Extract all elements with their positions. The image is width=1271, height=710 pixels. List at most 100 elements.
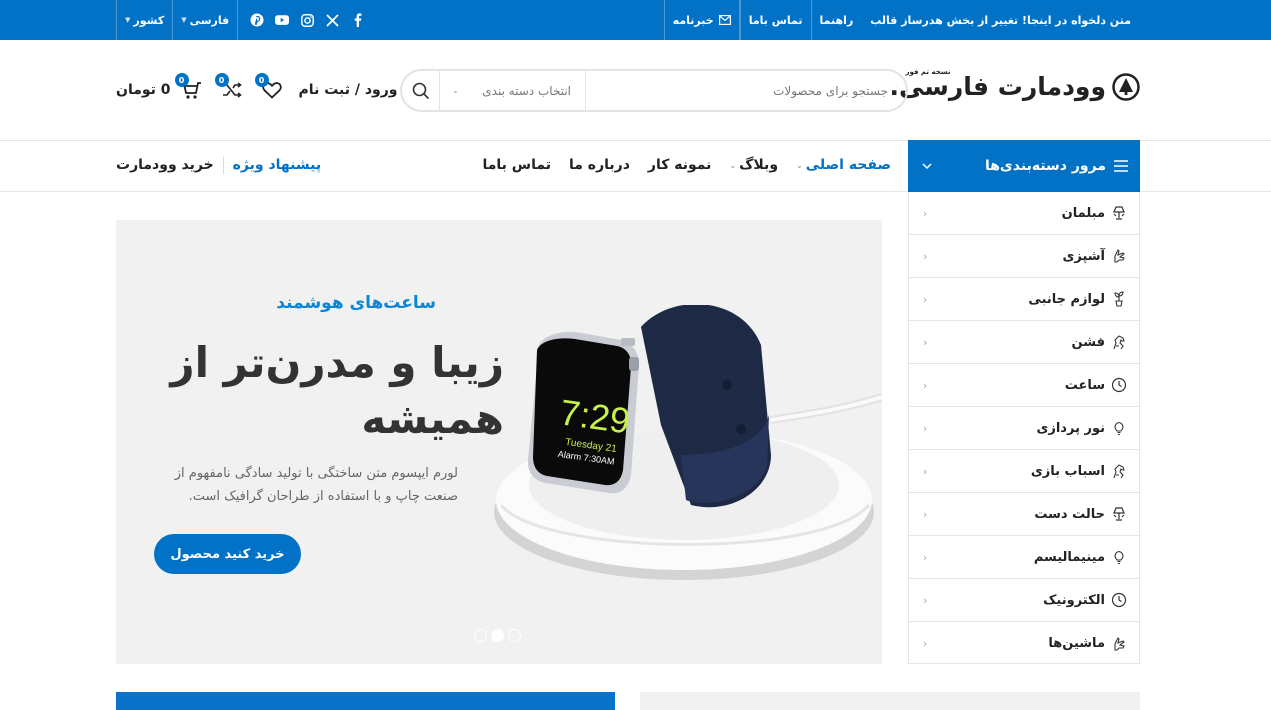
nav-secondary-links: پیشنهاد ویژه خرید وودمارت	[116, 140, 321, 190]
chevron-left-icon: ‹	[923, 464, 928, 478]
category-item[interactable]: ساعت ‹	[909, 364, 1139, 407]
search-button[interactable]	[402, 71, 440, 110]
chevron-down-icon: ▼	[181, 16, 187, 24]
help-link[interactable]: راهنما	[810, 0, 862, 40]
chevron-left-icon: ‹	[923, 249, 928, 263]
chevron-down-icon: ⌄	[452, 86, 459, 95]
menu-icon	[1114, 160, 1128, 172]
top-bar-left: ▼ کشور ▼ فارسی	[116, 0, 376, 40]
chevron-left-icon: ‹	[923, 550, 928, 564]
slider-dot[interactable]	[508, 629, 521, 642]
chevron-left-icon: ‹	[923, 507, 928, 521]
category-item[interactable]: آشپزی ‹	[909, 235, 1139, 278]
contact-link[interactable]: تماس باما	[739, 0, 811, 40]
top-bar: خبرنامه تماس باما راهنما متن دلخواه در ا…	[0, 0, 1271, 40]
wishlist-button[interactable]: 0	[254, 73, 283, 101]
site-logo[interactable]: وودمارت فارسی. نسخه تم فور	[889, 68, 1140, 101]
category-item[interactable]: لوازم جانبی ‹	[909, 278, 1139, 321]
horse-icon	[1113, 464, 1125, 479]
top-bar-links: خبرنامه تماس باما راهنما متن دلخواه در ا…	[663, 0, 1140, 40]
bulb-icon	[1114, 550, 1124, 565]
browse-categories-button[interactable]: مرور دسته‌بندی‌ها	[908, 140, 1140, 192]
category-item[interactable]: نور پردازی ‹	[909, 407, 1139, 450]
category-item[interactable]: مینیمالیسم ‹	[909, 536, 1139, 579]
promo-banner-right[interactable]	[640, 692, 1140, 710]
category-label: فشن	[1071, 334, 1105, 350]
category-item[interactable]: الکترونیک ‹	[909, 579, 1139, 622]
clock-icon	[1111, 592, 1127, 608]
category-item[interactable]: اسباب بازی ‹	[909, 450, 1139, 493]
category-item[interactable]: ماشین‌ها ‹	[909, 622, 1139, 665]
special-offer-link[interactable]: پیشنهاد ویژه	[233, 157, 321, 173]
buy-product-button[interactable]: خرید کنید محصول	[154, 534, 301, 574]
smartwatch-image: 7:29 Tuesday 21 Alarm 7:30AM	[494, 305, 882, 580]
language-select[interactable]: ▼ فارسی	[173, 0, 239, 40]
horse-icon	[1113, 335, 1125, 350]
chevron-down-icon: ⌄	[796, 160, 803, 170]
compare-count-badge: 0	[214, 73, 229, 87]
category-label: اسباب بازی	[1030, 463, 1105, 479]
cart-button[interactable]: 0	[174, 73, 203, 101]
x-icon[interactable]	[325, 13, 339, 27]
search-icon	[412, 82, 429, 99]
browse-categories-label: مرور دسته‌بندی‌ها	[984, 158, 1106, 174]
compare-button[interactable]: 0	[214, 73, 243, 101]
hand-icon	[1114, 636, 1125, 651]
chevron-left-icon: ‹	[923, 335, 928, 349]
category-label: الکترونیک	[1043, 592, 1105, 608]
nav-item-blog[interactable]: وبلاگ ⌄	[711, 157, 778, 173]
wishlist-count-badge: 0	[254, 73, 269, 87]
category-menu: مبلمان ‹ آشپزی ‹ لوازم جانبی ‹ فشن ‹ ساعت ‹ نور پر…	[908, 192, 1140, 664]
slider-dot[interactable]	[474, 629, 487, 642]
slider-dot[interactable]	[491, 629, 504, 642]
logo-text: وودمارت فارسی. نسخه تم فور	[889, 68, 1106, 101]
category-label: نور پردازی	[1036, 420, 1105, 436]
cart-total[interactable]: 0 تومان	[116, 82, 171, 98]
promo-banner-left[interactable]	[116, 692, 615, 710]
chevron-down-icon: ⌄	[729, 160, 737, 170]
chevron-left-icon: ‹	[923, 421, 928, 435]
logo-subtitle: نسخه تم فور	[905, 68, 951, 76]
newsletter-link[interactable]: خبرنامه	[663, 0, 740, 40]
nav-divider	[222, 156, 224, 174]
social-links	[238, 13, 376, 27]
category-select[interactable]: انتخاب دسته بندی ⌄	[440, 71, 586, 110]
category-item[interactable]: حالت دست ‹	[909, 493, 1139, 536]
category-item[interactable]: فشن ‹	[909, 321, 1139, 364]
buy-woodmart-link[interactable]: خرید وودمارت	[116, 157, 214, 173]
nav-item-about[interactable]: درباره ما	[551, 157, 630, 173]
category-label: آشپزی	[1062, 248, 1105, 264]
pinterest-icon[interactable]	[250, 13, 264, 27]
category-label: مبلمان	[1061, 205, 1105, 221]
country-select[interactable]: ▼ کشور	[116, 0, 174, 40]
main-header: وودمارت فارسی. نسخه تم فور جستجو برای محص…	[0, 40, 1271, 141]
lamp-icon	[1113, 206, 1125, 220]
chevron-down-icon	[922, 163, 932, 169]
nav-item-portfolio[interactable]: نمونه کار	[630, 157, 712, 173]
category-label: لوازم جانبی	[1028, 291, 1105, 307]
chevron-left-icon: ‹	[923, 637, 928, 650]
search-input[interactable]: جستجو برای محصولات	[586, 71, 906, 110]
chevron-left-icon: ‹	[923, 378, 928, 392]
login-register-link[interactable]: ورود / ثبت نام	[299, 82, 398, 98]
nav-item-home[interactable]: صفحه اصلی ⌄	[778, 157, 891, 173]
search-form: جستجو برای محصولات انتخاب دسته بندی ⌄	[400, 69, 908, 112]
facebook-icon[interactable]	[350, 13, 364, 27]
mail-icon	[718, 15, 731, 25]
instagram-icon[interactable]	[300, 13, 314, 27]
bulb-icon	[1114, 421, 1124, 436]
plant-icon	[1114, 291, 1124, 307]
hero-slider: 7:29 Tuesday 21 Alarm 7:30AM ساعت‌های هو…	[116, 220, 882, 664]
chevron-down-icon: ▼	[125, 16, 131, 24]
hand-icon	[1114, 249, 1125, 263]
promo-text: متن دلخواه در اینجا! تغییر از بخش هدرساز…	[870, 13, 1131, 27]
category-label: حالت دست	[1034, 506, 1105, 522]
youtube-icon[interactable]	[275, 13, 290, 27]
nav-item-contact[interactable]: تماس باما	[464, 157, 551, 173]
category-label: ساعت	[1064, 377, 1105, 393]
lamp-icon	[1113, 507, 1125, 521]
cart-count-badge: 0	[174, 73, 189, 87]
category-item[interactable]: مبلمان ‹	[909, 192, 1139, 235]
category-label: مینیمالیسم	[1033, 549, 1105, 565]
clock-icon	[1111, 377, 1127, 393]
